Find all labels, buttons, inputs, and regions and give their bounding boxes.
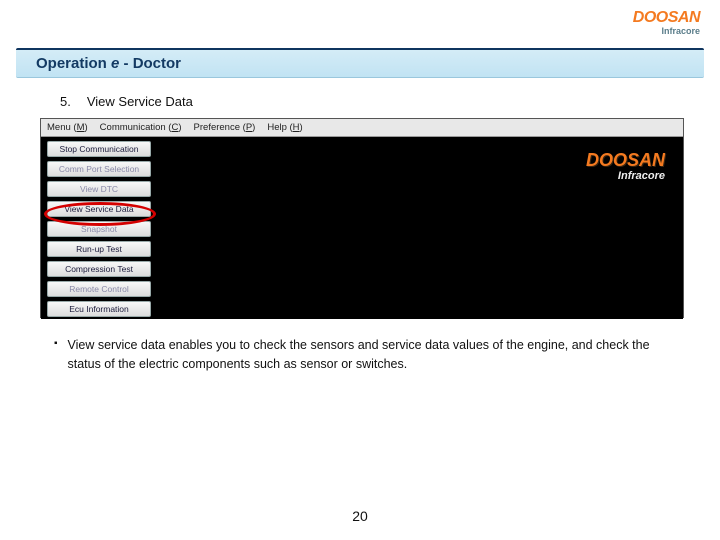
btn-comm-port-selection[interactable]: Comm Port Selection xyxy=(47,161,151,177)
page-number: 20 xyxy=(0,508,720,524)
btn-view-service-data[interactable]: View Service Data xyxy=(47,201,151,217)
section-label: View Service Data xyxy=(87,94,193,109)
menu-bar: Menu (M) Communication (C) Preference (P… xyxy=(41,119,683,137)
page-title-bar: Operation e - Doctor xyxy=(16,48,704,78)
app-logo: DOOSAN Infracore xyxy=(586,151,665,182)
menu-item-help[interactable]: Help (H) xyxy=(267,122,302,133)
logo-main: DOOSAN xyxy=(633,10,700,26)
btn-snapshot[interactable]: Snapshot xyxy=(47,221,151,237)
section-heading: 5. View Service Data xyxy=(60,94,193,109)
btn-ecu-information[interactable]: Ecu Information xyxy=(47,301,151,317)
menu-item-menu[interactable]: Menu (M) xyxy=(47,122,88,133)
app-logo-sub: Infracore xyxy=(586,171,665,182)
menu-item-communication[interactable]: Communication (C) xyxy=(100,122,182,133)
section-number: 5. xyxy=(60,94,71,109)
menu-item-preference[interactable]: Preference (P) xyxy=(194,122,256,133)
side-panel: Stop Communication Comm Port Selection V… xyxy=(47,141,151,317)
app-screenshot: Menu (M) Communication (C) Preference (P… xyxy=(40,118,684,318)
app-logo-main: DOOSAN xyxy=(586,151,665,169)
app-body: Stop Communication Comm Port Selection V… xyxy=(41,137,683,319)
btn-remote-control[interactable]: Remote Control xyxy=(47,281,151,297)
brand-logo: DOOSAN Infracore xyxy=(633,10,700,36)
btn-stop-communication[interactable]: Stop Communication xyxy=(47,141,151,157)
btn-compression-test[interactable]: Compression Test xyxy=(47,261,151,277)
page-title: Operation e - Doctor xyxy=(36,55,181,72)
btn-runup-test[interactable]: Run-up Test xyxy=(47,241,151,257)
description-text: View service data enables you to check t… xyxy=(67,336,679,374)
bullet-icon: ▪ xyxy=(54,336,64,351)
logo-sub: Infracore xyxy=(661,27,700,36)
btn-view-dtc[interactable]: View DTC xyxy=(47,181,151,197)
description: ▪ View service data enables you to check… xyxy=(54,336,680,374)
